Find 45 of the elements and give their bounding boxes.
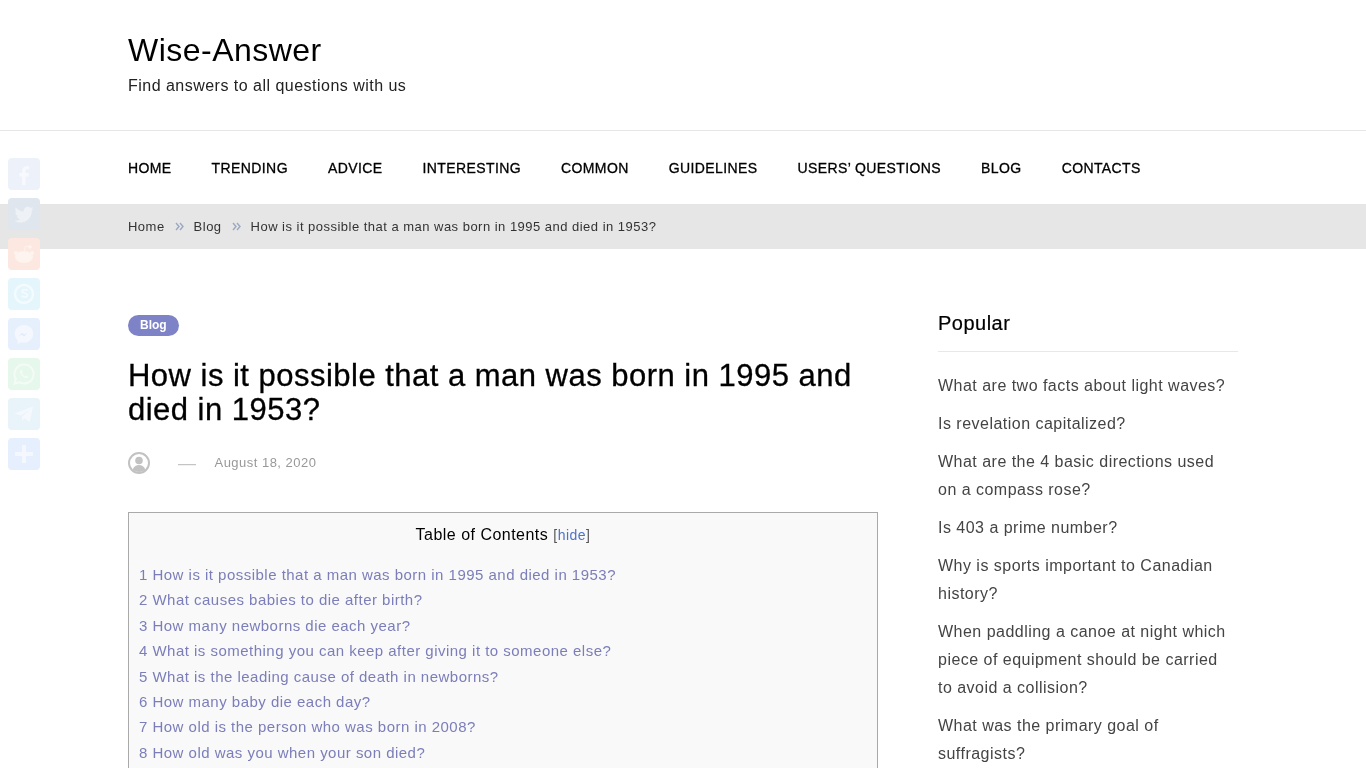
nav-link[interactable]: GUIDELINES: [668, 159, 758, 176]
nav-link[interactable]: TRENDING: [211, 159, 288, 176]
toc-title: Table of Contents: [415, 525, 549, 545]
popular-post-link[interactable]: What are the 4 basic directions used on a compass rose?: [938, 448, 1233, 504]
breadcrumb-current: How is it possible that a man was born in 1995 and died in 1953?: [250, 219, 657, 234]
site-tagline: Find answers to all questions with us: [128, 76, 407, 96]
popular-post-link[interactable]: When paddling a canoe at night which piece of equipment should be carried to avoid a collision?: [938, 618, 1233, 702]
popular-post-link[interactable]: What are two facts about light waves?: [938, 372, 1226, 400]
toc-hide-link[interactable]: [hide]: [553, 524, 591, 546]
double-chevron-icon: [174, 222, 184, 231]
nav-link[interactable]: COMMON: [561, 159, 629, 176]
s-logo-icon[interactable]: [8, 278, 40, 310]
nav-link[interactable]: HOME: [128, 159, 172, 176]
popular-post-link[interactable]: Is revelation capitalized?: [938, 410, 1126, 438]
popular-post-link[interactable]: Is 403 a prime number?: [938, 514, 1118, 542]
toc-link[interactable]: 7 How old is the person who was born in 2008?: [139, 714, 476, 740]
nav-link[interactable]: CONTACTS: [1061, 159, 1141, 176]
toc-link[interactable]: 5 What is the leading cause of death in newborns?: [139, 663, 499, 690]
nav-link[interactable]: INTERESTING: [422, 159, 521, 176]
phone-bubble-icon[interactable]: [8, 358, 40, 390]
toc-link[interactable]: 1 How is it possible that a man was born in 1995 and died in 1953?: [139, 562, 616, 588]
breadcrumb-link[interactable]: Home: [128, 219, 165, 234]
bird-logo-icon[interactable]: [8, 198, 40, 230]
plus-icon[interactable]: [8, 438, 40, 470]
popular-post-link[interactable]: Why is sports important to Canadian history?: [938, 552, 1233, 608]
toc-link[interactable]: 2 What causes babies to die after birth?: [139, 587, 423, 613]
toc-link[interactable]: 3 How many newborns die each year?: [139, 612, 411, 639]
avatar-icon: [128, 452, 150, 474]
breadcrumb-link[interactable]: Blog: [193, 219, 222, 234]
sidebar-heading: Popular: [938, 311, 1011, 336]
site-title[interactable]: Wise-Answer: [128, 30, 322, 70]
nav-link[interactable]: USERS’ QUESTIONS: [797, 159, 942, 176]
category-tag[interactable]: Blog: [128, 315, 179, 336]
article-title: How is it possible that a man was born in 1995 and died in 1953?: [128, 359, 853, 427]
nav-link[interactable]: BLOG: [981, 159, 1022, 176]
alien-face-icon[interactable]: [8, 238, 40, 270]
double-chevron-icon: [231, 222, 241, 231]
chat-bubble-icon[interactable]: [8, 318, 40, 350]
post-date: August 18, 2020: [214, 454, 317, 472]
toc-link[interactable]: 6 How many baby die each day?: [139, 689, 371, 715]
toc-link[interactable]: 8 How old was you when your son died?: [139, 739, 426, 766]
popular-post-link[interactable]: What was the primary goal of suffragists?: [938, 712, 1233, 768]
nav-link[interactable]: ADVICE: [327, 159, 383, 176]
meta-separator: —: [178, 452, 197, 474]
toc-link[interactable]: 4 What is something you can keep after giving it to someone else?: [139, 638, 612, 664]
